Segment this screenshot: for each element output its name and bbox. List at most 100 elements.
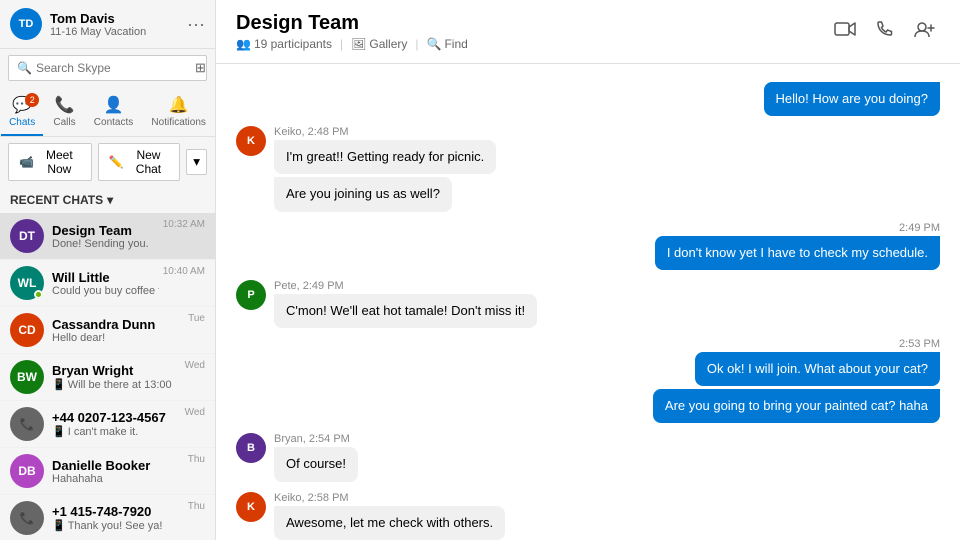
edit-icon: ✏️ [109,155,124,169]
message-bubbles: I'm great!! Getting ready for picnic. Ar… [274,140,496,211]
message-group-right-3: 2:53 PM Ok ok! I will join. What about y… [236,338,940,423]
list-item[interactable]: DB Danielle Booker Hahahaha Thu [0,448,215,495]
chat-header: Design Team 👥 19 participants | 🖼 Galler… [216,0,960,64]
user-name: Tom Davis [50,11,187,26]
message-bubbles: Awesome, let me check with others. Are y… [274,506,505,540]
list-item[interactable]: CD Cassandra Dunn Hello dear! Tue [0,307,215,354]
message-bubble: Hello! How are you doing? [764,82,940,116]
user-info: Tom Davis 11-16 May Vacation [50,11,187,38]
tab-contacts[interactable]: 👤 Contacts [86,91,141,136]
message-content: Pete, 2:49 PM C'mon! We'll eat hot tamal… [274,280,537,328]
chat-content: Bryan Wright 📱 Will be there at 13:00 [52,363,181,391]
people-icon: 👥 [236,37,251,51]
messages-area: Hello! How are you doing? K Keiko, 2:48 … [216,64,960,540]
chat-content: +44 0207-123-4567 📱 I can't make it. [52,410,181,438]
tab-chats-label: Chats [9,117,35,128]
list-item[interactable]: DT Design Team Done! Sending you. 10:32 … [0,213,215,260]
chat-preview: 📱 Will be there at 13:00 [52,378,181,391]
chat-preview: Hahahaha [52,473,184,485]
avatar: WL [10,266,44,300]
search-bar: 🔍 ⊞ [8,55,207,81]
message-bubble: I don't know yet I have to check my sche… [655,236,940,270]
tab-contacts-label: Contacts [94,117,133,128]
nav-tabs: 💬 Chats 2 📞 Calls 👤 Contacts 🔔 Notificat… [0,87,215,137]
message-group-left-3: B Bryan, 2:54 PM Of course! [236,433,940,481]
message-bubble: C'mon! We'll eat hot tamale! Don't miss … [274,294,537,328]
list-item[interactable]: BW Bryan Wright 📱 Will be there at 13:00… [0,354,215,401]
audio-call-button[interactable] [872,16,898,47]
chat-time: 10:32 AM [163,219,205,230]
chat-header-info: Design Team 👥 19 participants | 🖼 Galler… [236,12,468,51]
video-icon: 📹 [19,155,34,169]
message-sender-time: Keiko, 2:58 PM [274,492,505,504]
avatar: DB [10,454,44,488]
message-group-left-2: P Pete, 2:49 PM C'mon! We'll eat hot tam… [236,280,940,328]
new-chat-button[interactable]: ✏️ New Chat [98,143,181,181]
list-item[interactable]: 📞 +1 415-748-7920 📱 Thank you! See ya! T… [0,495,215,540]
message-group-left-4: K Keiko, 2:58 PM Awesome, let me check w… [236,492,940,540]
recent-chats-label: RECENT CHATS [10,193,103,207]
user-avatar: TD [10,8,42,40]
chat-content: Cassandra Dunn Hello dear! [52,317,184,344]
tab-calls-label: Calls [53,117,75,128]
tab-chats[interactable]: 💬 Chats 2 [1,91,43,136]
chat-name: +44 0207-123-4567 [52,410,181,425]
grid-icon[interactable]: ⊞ [195,60,206,76]
message-bubbles: Of course! [274,447,358,481]
meet-now-button[interactable]: 📹 Meet Now [8,143,92,181]
recent-chats-header: RECENT CHATS ▾ [0,187,215,213]
chat-name: Design Team [52,223,159,238]
avatar: BW [10,360,44,394]
message-sender-time: Bryan, 2:54 PM [274,433,358,445]
chat-preview: Could you buy coffee for me? [52,285,159,297]
avatar: CD [10,313,44,347]
user-status: 11-16 May Vacation [50,26,187,38]
chat-time: Thu [188,501,205,512]
message-content: Keiko, 2:58 PM Awesome, let me check wit… [274,492,505,540]
chat-preview: Done! Sending you. [52,238,159,250]
header-actions [830,16,940,47]
message-bubble: I'm great!! Getting ready for picnic. [274,140,496,174]
message-content: Bryan, 2:54 PM Of course! [274,433,358,481]
separator: | [340,37,343,51]
list-item[interactable]: 📞 +44 0207-123-4567 📱 I can't make it. W… [0,401,215,448]
avatar: 📞 [10,407,44,441]
tab-calls[interactable]: 📞 Calls [45,91,83,136]
find-label: Find [444,37,467,51]
find-link[interactable]: 🔍 Find [427,37,468,51]
gallery-link[interactable]: 🖼 Gallery [351,37,407,51]
message-timestamp: 2:53 PM [899,338,940,350]
chat-preview: 📱 Thank you! See ya! [52,519,184,532]
avatar: DT [10,219,44,253]
chats-badge: 2 [25,93,39,107]
participants-info: 👥 19 participants [236,37,332,51]
chat-list: DT Design Team Done! Sending you. 10:32 … [0,213,215,540]
chat-content: Will Little Could you buy coffee for me? [52,270,159,297]
message-group-right-1: Hello! How are you doing? [236,80,940,116]
new-chat-label: New Chat [128,148,170,176]
participants-count: 19 participants [254,37,332,51]
message-bubbles: Hello! How are you doing? [764,82,940,116]
list-item[interactable]: WL Will Little Could you buy coffee for … [0,260,215,307]
avatar: 📞 [10,501,44,535]
separator2: | [415,37,418,51]
avatar: P [236,280,266,310]
chat-preview: Hello dear! [52,332,184,344]
new-chat-dropdown[interactable]: ▾ [186,149,207,175]
search-icon: 🔍 [17,61,32,75]
chat-time: Thu [188,454,205,465]
avatar: K [236,126,266,156]
meet-now-label: Meet Now [38,148,81,176]
tab-notifications[interactable]: 🔔 Notifications [143,91,213,136]
recent-chevron-icon: ▾ [107,193,113,207]
more-options-icon[interactable]: ··· [187,14,205,35]
gallery-icon: 🖼 [351,37,366,51]
message-bubbles: I don't know yet I have to check my sche… [655,236,940,270]
message-sender-time: Keiko, 2:48 PM [274,126,496,138]
search-input[interactable] [36,61,191,75]
message-content: Keiko, 2:48 PM I'm great!! Getting ready… [274,126,496,211]
add-participant-button[interactable] [910,16,940,47]
video-call-button[interactable] [830,17,860,46]
action-buttons: 📹 Meet Now ✏️ New Chat ▾ [0,137,215,187]
chat-content: Danielle Booker Hahahaha [52,458,184,485]
